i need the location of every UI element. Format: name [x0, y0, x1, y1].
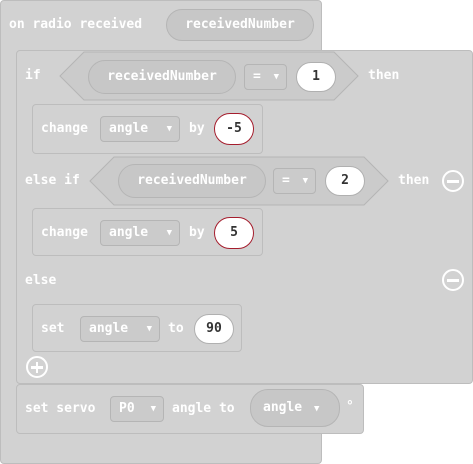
condition-2-right-value[interactable]: 2	[325, 166, 365, 196]
set-to-label: to	[168, 321, 184, 336]
condition-1-left[interactable]: receivedNumber	[88, 60, 236, 94]
received-number-param[interactable]: receivedNumber	[166, 9, 314, 41]
degree-symbol: °	[346, 399, 354, 414]
set-label: set	[41, 321, 65, 336]
change-2-variable: angle	[109, 225, 149, 240]
change-1-label: change	[41, 121, 88, 136]
dropdown-arrow-icon: ▼	[146, 324, 152, 334]
set-variable: angle	[89, 321, 129, 336]
then-label-1: then	[368, 68, 400, 83]
condition-2-operator[interactable]: = ▼	[273, 168, 316, 194]
change-2-variable-dropdown[interactable]: angle ▼	[100, 220, 180, 246]
set-value[interactable]: 90	[194, 314, 234, 344]
change-2-by-label: by	[189, 225, 205, 240]
minus-circle-icon[interactable]	[442, 170, 464, 192]
servo-angle-label: angle to	[172, 401, 235, 416]
else-label: else	[25, 273, 57, 288]
dropdown-arrow-icon: ▼	[166, 124, 172, 134]
dropdown-arrow-icon: ▼	[166, 228, 172, 238]
condition-2-operator-label: =	[282, 173, 290, 188]
change-1-variable-dropdown[interactable]: angle ▼	[100, 116, 180, 142]
plus-circle-icon[interactable]	[26, 356, 48, 378]
dropdown-arrow-icon: ▼	[273, 72, 279, 82]
condition-1-right-value[interactable]: 1	[296, 62, 336, 92]
change-2-value[interactable]: 5	[214, 217, 254, 249]
dropdown-arrow-icon: ▼	[302, 176, 308, 186]
dropdown-arrow-icon: ▼	[150, 404, 156, 414]
else-if-label: else if	[25, 173, 80, 188]
condition-1-operator-label: =	[253, 69, 261, 84]
change-1-by-label: by	[189, 121, 205, 136]
change-2-label: change	[41, 225, 88, 240]
condition-2-left[interactable]: receivedNumber	[118, 164, 266, 198]
set-variable-dropdown[interactable]: angle ▼	[80, 316, 160, 342]
then-label-2: then	[398, 173, 430, 188]
change-1-variable: angle	[109, 121, 149, 136]
servo-angle-variable-label: angle	[263, 400, 303, 415]
servo-angle-variable[interactable]: angle ▼	[250, 389, 340, 427]
servo-label: set servo	[25, 401, 96, 416]
condition-1-operator[interactable]: = ▼	[244, 64, 287, 90]
servo-pin-dropdown[interactable]: P0 ▼	[110, 396, 164, 422]
minus-circle-icon[interactable]	[442, 269, 464, 291]
servo-pin: P0	[119, 401, 135, 416]
dropdown-arrow-icon: ▼	[313, 404, 320, 414]
if-label: if	[25, 68, 41, 83]
change-1-value[interactable]: -5	[214, 113, 254, 145]
event-label: on radio received	[9, 17, 143, 32]
